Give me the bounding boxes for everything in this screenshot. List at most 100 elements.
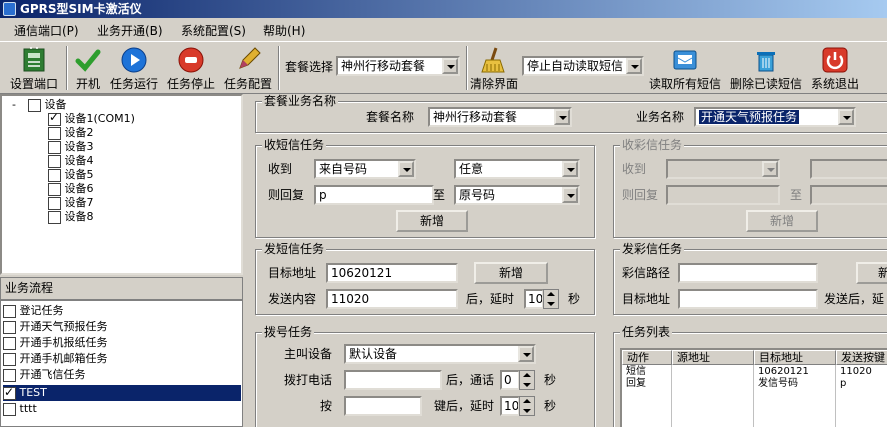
mms-match-select[interactable]	[810, 159, 887, 179]
broom-icon	[481, 47, 505, 73]
list-item[interactable]: tttt	[3, 401, 241, 417]
stop-task-button[interactable]: 任务停止	[165, 44, 217, 92]
toolbar: 设置端口 开机 任务运行 任务停止 任务配置 套餐选择 神州行移动套餐 清除界面…	[0, 42, 887, 94]
receive-sms-group: 收短信任务 收到 来自号码 任意 则回复 p 至 原号码 新增	[255, 138, 595, 238]
menu-comm-port[interactable]: 通信端口(P)	[14, 22, 79, 39]
device-item[interactable]: 设备5	[48, 168, 94, 182]
checkbox[interactable]	[48, 196, 61, 210]
run-task-button[interactable]: 任务运行	[108, 44, 160, 92]
column-header-keys[interactable]: 发送按键	[836, 350, 887, 365]
talk-duration-spinner[interactable]	[519, 370, 535, 390]
setup-port-button[interactable]: 设置端口	[6, 44, 62, 92]
list-item[interactable]: 登记任务	[3, 303, 241, 319]
menu-business[interactable]: 业务开通(B)	[97, 22, 163, 39]
dial-phone-label: 拨打电话	[284, 373, 333, 387]
checkbox[interactable]	[48, 154, 61, 168]
device-item[interactable]: 设备1(COM1)	[48, 111, 135, 126]
checkbox[interactable]	[48, 140, 61, 154]
checkbox[interactable]	[3, 402, 16, 416]
add-receive-sms-button[interactable]: 新增	[396, 210, 468, 232]
checkbox[interactable]	[48, 182, 61, 196]
key-delay-spinner[interactable]	[519, 396, 535, 416]
checkbox[interactable]	[3, 385, 16, 400]
menu-help[interactable]: 帮助(H)	[263, 22, 305, 39]
package-name-select[interactable]: 神州行移动套餐	[428, 107, 572, 127]
mms-reply-input[interactable]	[666, 185, 780, 205]
column-header-source[interactable]: 源地址	[672, 350, 754, 365]
list-item-selected[interactable]: TEST	[3, 385, 241, 401]
send-content-label: 发送内容	[268, 292, 317, 306]
menu-system-config[interactable]: 系统配置(S)	[181, 22, 246, 39]
checkbox[interactable]	[3, 352, 16, 366]
checkbox[interactable]	[3, 320, 16, 334]
stop-icon	[178, 47, 204, 73]
device-item[interactable]: 设备6	[48, 182, 94, 196]
group-title: 发彩信任务	[620, 242, 685, 256]
chevron-down-icon	[398, 161, 414, 177]
read-all-sms-button[interactable]: 读取所有短信	[648, 44, 722, 92]
key-delay-input[interactable]: 10	[500, 396, 520, 416]
dial-phone-input[interactable]	[344, 370, 442, 390]
mms-reply-to-select[interactable]	[810, 185, 887, 205]
table-cell: 10620121	[758, 366, 809, 377]
mms-target-input[interactable]	[678, 289, 818, 309]
device-item[interactable]: 设备8	[48, 210, 94, 224]
delete-read-sms-button[interactable]: 删除已读短信	[728, 44, 804, 92]
checkbox[interactable]	[3, 304, 16, 318]
device-item[interactable]: 设备3	[48, 140, 94, 154]
exit-button[interactable]: 系统退出	[810, 44, 860, 92]
list-item[interactable]: 开通手机报纸任务	[3, 335, 241, 351]
device-item[interactable]: 设备7	[48, 196, 94, 210]
checkbox[interactable]	[48, 126, 61, 140]
column-divider	[753, 365, 754, 427]
delay-input[interactable]: 10	[524, 289, 544, 309]
column-header-action[interactable]: 动作	[622, 350, 672, 365]
checkbox[interactable]	[3, 336, 16, 350]
device-item[interactable]: 设备2	[48, 126, 94, 140]
reply-to-select[interactable]: 原号码	[454, 185, 580, 205]
add-receive-mms-button[interactable]: 新增	[746, 210, 818, 232]
list-item[interactable]: 开通飞信任务	[3, 367, 241, 383]
add-send-mms-button[interactable]: 新	[856, 262, 887, 284]
mms-delay-label: 发送后，延	[824, 292, 885, 306]
match-select[interactable]: 任意	[454, 159, 580, 179]
from-select[interactable]: 来自号码	[314, 159, 416, 179]
package-select[interactable]: 神州行移动套餐	[336, 56, 460, 76]
device-item[interactable]: 设备4	[48, 154, 94, 168]
chevron-down-icon	[562, 161, 578, 177]
column-header-target[interactable]: 目标地址	[754, 350, 836, 365]
table-cell: 回复	[626, 378, 646, 389]
task-list-table[interactable]: 动作 源地址 目标地址 发送按键 短信 10620121 11020 回复 发信…	[620, 348, 887, 427]
clear-ui-button[interactable]: 清除界面	[468, 44, 520, 92]
business-name-label: 业务名称	[636, 110, 685, 124]
task-config-button[interactable]: 任务配置	[222, 44, 274, 92]
tree-expander[interactable]: -	[12, 98, 16, 111]
receive-label: 收到	[622, 162, 647, 176]
group-title: 收彩信任务	[620, 138, 685, 152]
tree-root[interactable]: 设备	[28, 98, 67, 112]
power-on-button[interactable]: 开机	[72, 44, 104, 92]
chevron-down-icon	[562, 187, 578, 203]
mms-from-select[interactable]	[666, 159, 780, 179]
key-input[interactable]	[344, 396, 422, 416]
checkbox[interactable]	[48, 210, 61, 224]
delay-spinner[interactable]	[543, 289, 559, 309]
add-send-sms-button[interactable]: 新增	[474, 262, 548, 284]
checkbox[interactable]	[48, 168, 61, 182]
checkbox[interactable]	[48, 111, 61, 126]
list-item[interactable]: 开通手机邮箱任务	[3, 351, 241, 367]
target-address-input[interactable]: 10620121	[326, 263, 458, 283]
send-content-input[interactable]: 11020	[326, 289, 458, 309]
chevron-down-icon	[762, 161, 778, 177]
checkbox[interactable]	[3, 368, 16, 382]
mms-path-input[interactable]	[678, 263, 818, 283]
business-name-select[interactable]: 开通天气预报任务	[694, 107, 856, 127]
read-all-sms-label: 读取所有短信	[648, 77, 721, 91]
talk-duration-input[interactable]: 0	[500, 370, 520, 390]
checkbox[interactable]	[28, 98, 41, 112]
reply-input[interactable]: p	[314, 185, 434, 205]
caller-device-select[interactable]: 默认设备	[344, 344, 536, 364]
sms-mode-select[interactable]: 停止自动读取短信	[522, 56, 644, 76]
list-item[interactable]: 开通天气预报任务	[3, 319, 241, 335]
table-cell: p	[840, 378, 847, 389]
